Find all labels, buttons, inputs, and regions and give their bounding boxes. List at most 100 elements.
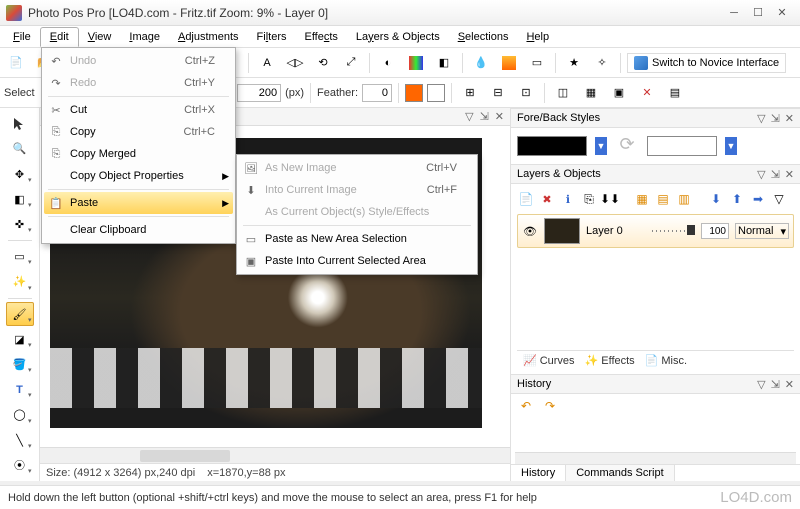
menu-paste-into-current[interactable]: ⬇Into Current ImageCtrl+F	[239, 179, 475, 201]
menu-copy-merged[interactable]: ⎘Copy Merged	[44, 143, 233, 165]
tab-commands-script[interactable]: Commands Script	[566, 465, 674, 481]
magic-wand-tool[interactable]: ✨▾	[6, 270, 34, 293]
menu-layers-objects[interactable]: Layers & Objects	[347, 28, 449, 46]
bg-dropdown[interactable]: ▼	[725, 137, 737, 155]
layer-menu-button[interactable]: ▽	[770, 190, 788, 208]
menu-paste[interactable]: 📋Paste▶	[44, 192, 233, 214]
move-right-button[interactable]: ➡	[749, 190, 767, 208]
move-tool[interactable]	[6, 112, 34, 135]
panel-pin-icon[interactable]: ⇲	[771, 112, 780, 125]
tab-misc[interactable]: 📄 Misc.	[645, 354, 687, 367]
flip-h-button[interactable]: ◁▷	[283, 51, 307, 75]
clone-tool[interactable]: ✜▾	[6, 213, 34, 236]
background-swatch[interactable]	[647, 136, 717, 156]
panel-pin-icon[interactable]: ⇲	[771, 168, 780, 181]
menu-paste-as-obj-style[interactable]: As Current Object(s) Style/Effects	[239, 201, 475, 223]
rect-select-tool[interactable]: ▭▾	[6, 245, 34, 268]
panel-close-icon[interactable]: ✕	[785, 112, 794, 125]
menu-clear-clipboard[interactable]: Clear Clipboard	[44, 219, 233, 241]
foreground-swatch[interactable]	[517, 136, 587, 156]
menu-view[interactable]: View	[79, 28, 121, 46]
menu-copy[interactable]: ⎘CopyCtrl+C	[44, 121, 233, 143]
feather-input[interactable]	[362, 84, 392, 102]
star-effect-button[interactable]: ★	[562, 51, 586, 75]
panel-menu-icon[interactable]: ▽	[757, 112, 765, 125]
sel-expand-button[interactable]: ▦	[579, 81, 603, 105]
swap-colors-icon[interactable]: ⟳	[615, 134, 639, 158]
panel-close-icon[interactable]: ✕	[785, 168, 794, 181]
align-button[interactable]: ▤	[654, 190, 672, 208]
menu-undo[interactable]: ↶UndoCtrl+Z	[44, 50, 233, 72]
move-up-button[interactable]: ⬆	[728, 190, 746, 208]
eraser-tool[interactable]: ◪▾	[6, 328, 34, 351]
menu-adjustments[interactable]: Adjustments	[169, 28, 248, 46]
panel-menu-icon[interactable]: ▽	[465, 110, 473, 123]
contrast-button[interactable]: ◐	[376, 51, 400, 75]
fg-dropdown[interactable]: ▼	[595, 137, 607, 155]
bg-swatch[interactable]	[427, 84, 445, 102]
group-button[interactable]: ▦	[633, 190, 651, 208]
merge-down-button[interactable]: ⬇⬇	[601, 190, 619, 208]
panel-close-icon[interactable]: ✕	[495, 110, 504, 123]
move-down-button[interactable]: ⬇	[707, 190, 725, 208]
sel-add-button[interactable]: ⊞	[458, 81, 482, 105]
menu-redo[interactable]: ↷RedoCtrl+Y	[44, 72, 233, 94]
sel-border-button[interactable]: ▣	[607, 81, 631, 105]
panel-close-icon[interactable]: ✕	[785, 378, 794, 391]
history-undo-button[interactable]: ↶	[517, 397, 535, 415]
sel-apply-button[interactable]: ▤	[663, 81, 687, 105]
layer-props-button[interactable]: ℹ	[559, 190, 577, 208]
history-redo-button[interactable]: ↷	[541, 397, 559, 415]
menu-selections[interactable]: Selections	[449, 28, 518, 46]
sel-invert-button[interactable]: ◫	[551, 81, 575, 105]
panel-menu-icon[interactable]: ▽	[757, 378, 765, 391]
minimize-button[interactable]: ─	[722, 5, 746, 21]
novice-interface-button[interactable]: Switch to Novice Interface	[627, 53, 786, 73]
frame-button[interactable]: ▭	[525, 51, 549, 75]
layer-name-label[interactable]: Layer 0	[586, 225, 646, 237]
panel-pin-icon[interactable]: ⇲	[771, 378, 780, 391]
menu-paste-new-image[interactable]: 🖼As New ImageCtrl+V	[239, 157, 475, 179]
sel-del-button[interactable]: ✕	[635, 81, 659, 105]
layer-row[interactable]: 👁 Layer 0 Normal▾	[517, 214, 794, 248]
menu-help[interactable]: Help	[517, 28, 558, 46]
menu-paste-new-area[interactable]: ▭Paste as New Area Selection	[239, 228, 475, 250]
panel-pin-icon[interactable]: ⇲	[480, 110, 489, 123]
sel-sub-button[interactable]: ⊟	[486, 81, 510, 105]
menu-edit[interactable]: Edit	[40, 27, 79, 47]
menu-filters[interactable]: Filters	[248, 28, 296, 46]
menu-copy-obj-props[interactable]: Copy Object Properties▶	[44, 165, 233, 187]
new-file-button[interactable]: 📄	[4, 51, 28, 75]
delete-layer-button[interactable]: ✖	[538, 190, 556, 208]
menu-cut[interactable]: ✂CutCtrl+X	[44, 99, 233, 121]
gradient-button[interactable]	[497, 51, 521, 75]
menu-image[interactable]: Image	[120, 28, 169, 46]
text-tool[interactable]: T▾	[6, 378, 34, 401]
eye-icon[interactable]: 👁	[522, 223, 538, 239]
fill-tool[interactable]: 🪣▾	[6, 353, 34, 376]
blend-mode-select[interactable]: Normal▾	[735, 223, 789, 239]
text-tool-button[interactable]: A	[255, 51, 279, 75]
opacity-slider[interactable]	[652, 227, 695, 235]
sel-intersect-button[interactable]: ⊡	[514, 81, 538, 105]
brush-tool[interactable]: 🖌▾	[6, 302, 34, 325]
color-palette-button[interactable]	[404, 51, 428, 75]
menu-effects[interactable]: Effects	[295, 28, 346, 46]
dup-layer-button[interactable]: ⎘	[580, 190, 598, 208]
panel-menu-icon[interactable]: ▽	[757, 168, 765, 181]
fg-swatch[interactable]	[405, 84, 423, 102]
crop-tool[interactable]: ✥▾	[6, 162, 34, 185]
tab-effects[interactable]: ✨ Effects	[585, 354, 635, 367]
shape-tool[interactable]: ◯▾	[6, 403, 34, 426]
close-button[interactable]: ✕	[770, 5, 794, 21]
history-h-scrollbar[interactable]	[515, 452, 796, 464]
picker-tool[interactable]: ⦿▾	[6, 454, 34, 477]
opacity-input[interactable]	[701, 223, 729, 239]
maximize-button[interactable]: ☐	[746, 5, 770, 21]
dimension-input[interactable]	[237, 84, 281, 102]
rotate-button[interactable]: ⟲	[311, 51, 335, 75]
menu-file[interactable]: File	[4, 28, 40, 46]
blur-button[interactable]: 💧	[469, 51, 493, 75]
wand-button[interactable]: ✧	[590, 51, 614, 75]
menu-paste-into-area[interactable]: ▣Paste Into Current Selected Area	[239, 250, 475, 272]
